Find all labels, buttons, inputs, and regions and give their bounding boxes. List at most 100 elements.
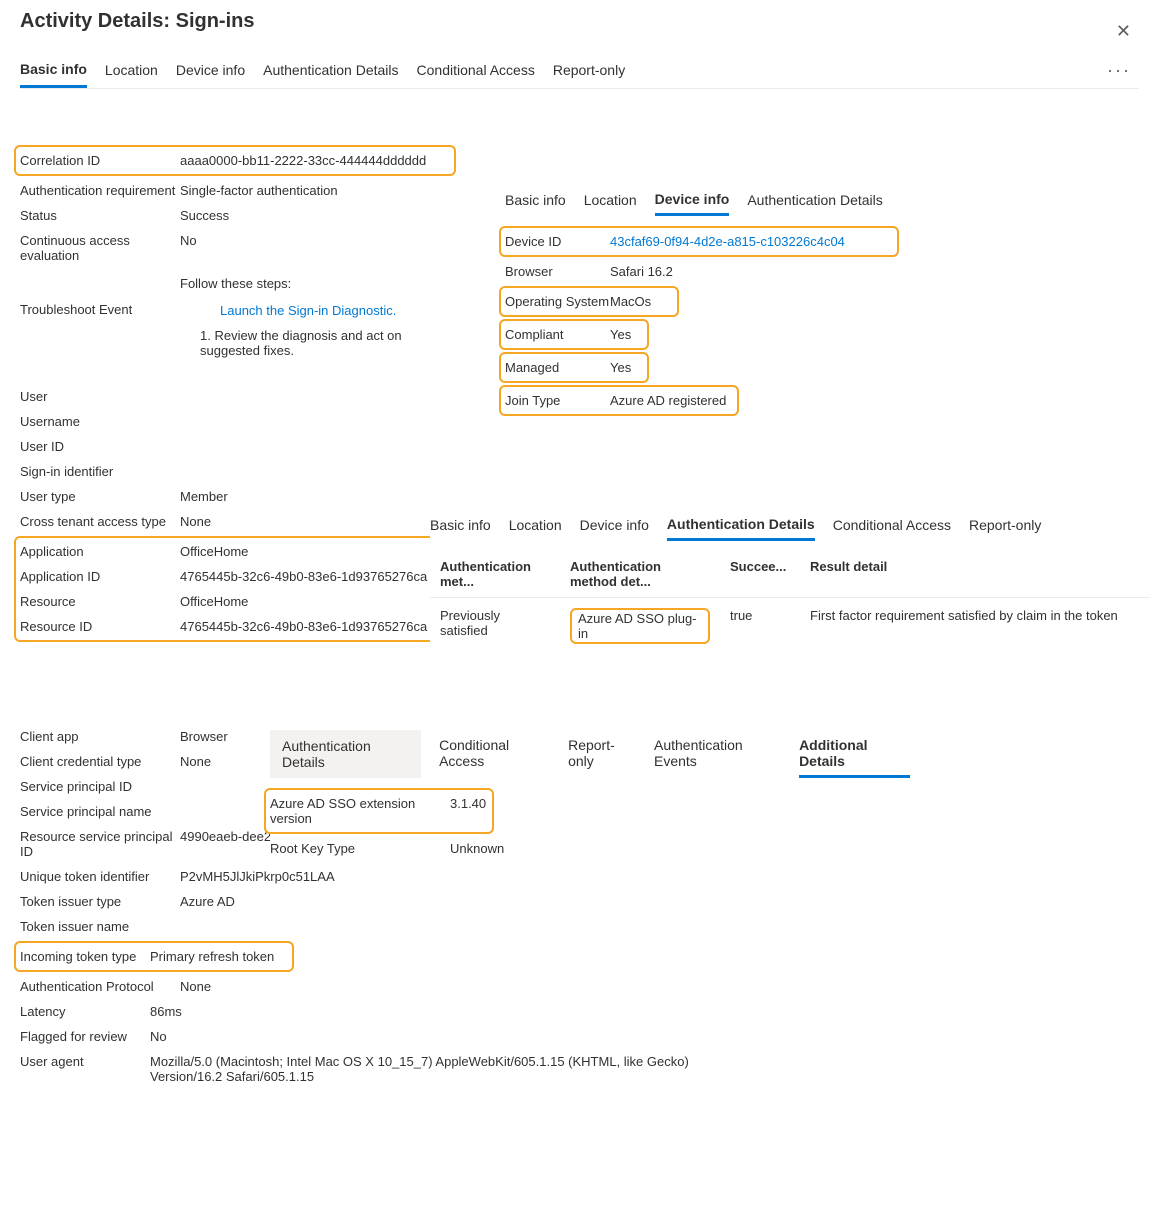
label-os: Operating System bbox=[505, 294, 610, 309]
row-join-type: Join TypeAzure AD registered bbox=[505, 388, 733, 413]
label-client-cred: Client credential type bbox=[20, 754, 180, 769]
cell-auth-method-detail: Azure AD SSO plug-in bbox=[560, 608, 720, 644]
addl-tab-auth-details[interactable]: Authentication Details bbox=[270, 730, 421, 778]
label-spname: Service principal name bbox=[20, 804, 180, 819]
label-user-type: User type bbox=[20, 489, 180, 504]
label-managed: Managed bbox=[505, 360, 610, 375]
row-application: ApplicationOfficeHome bbox=[20, 539, 450, 564]
row-sso-version: Azure AD SSO extension version 3.1.40 bbox=[270, 791, 488, 831]
row-user-id: User ID bbox=[20, 434, 450, 459]
tab-auth-details[interactable]: Authentication Details bbox=[263, 54, 398, 88]
device-tab-basic[interactable]: Basic info bbox=[505, 186, 566, 216]
row-auth-protocol: Authentication ProtocolNone bbox=[20, 974, 450, 999]
value-device-id[interactable]: 43cfaf69-0f94-4d2e-a815-c103226c4c04 bbox=[610, 234, 845, 249]
row-application-id: Application ID4765445b-32c6-49b0-83e6-1d… bbox=[20, 564, 450, 589]
cell-result-detail: First factor requirement satisfied by cl… bbox=[800, 608, 1150, 644]
label-tin: Token issuer name bbox=[20, 919, 180, 934]
row-resource: ResourceOfficeHome bbox=[20, 589, 450, 614]
device-tab-location[interactable]: Location bbox=[584, 186, 637, 216]
launch-diagnostic-link[interactable]: Launch the Sign-in Diagnostic. bbox=[220, 303, 450, 318]
value-user-agent: Mozilla/5.0 (Macintosh; Intel Mac OS X 1… bbox=[150, 1054, 710, 1084]
addl-tab-events[interactable]: Authentication Events bbox=[654, 731, 781, 777]
label-browser: Browser bbox=[505, 264, 610, 279]
value-cross-tenant: None bbox=[180, 514, 211, 529]
device-info-panel: Basic info Location Device info Authenti… bbox=[505, 185, 945, 418]
tab-conditional-access[interactable]: Conditional Access bbox=[417, 54, 535, 88]
addl-tab-additional[interactable]: Additional Details bbox=[799, 731, 910, 778]
label-root-key: Root Key Type bbox=[270, 841, 450, 856]
value-client-app: Browser bbox=[180, 729, 228, 744]
auth-tab-device[interactable]: Device info bbox=[580, 511, 649, 541]
label-tit: Token issuer type bbox=[20, 894, 180, 909]
value-tit: Azure AD bbox=[180, 894, 235, 909]
row-user-agent: User agentMozilla/5.0 (Macintosh; Intel … bbox=[20, 1049, 720, 1089]
label-user-agent: User agent bbox=[20, 1054, 150, 1069]
label-spid: Service principal ID bbox=[20, 779, 180, 794]
troubleshoot-step: 1. Review the diagnosis and act on sugge… bbox=[200, 328, 450, 358]
value-managed: Yes bbox=[610, 360, 631, 375]
label-cross-tenant: Cross tenant access type bbox=[20, 514, 180, 529]
label-correlation-id: Correlation ID bbox=[20, 153, 180, 168]
col-auth-method[interactable]: Authentication met... bbox=[430, 559, 560, 589]
row-user: User bbox=[20, 384, 450, 409]
cell-succeeded: true bbox=[720, 608, 800, 644]
value-uti: P2vMH5JlJkiPkrp0c51LAA bbox=[180, 869, 335, 884]
label-flagged: Flagged for review bbox=[20, 1029, 150, 1044]
close-icon[interactable]: ✕ bbox=[1108, 17, 1139, 46]
row-user-type: User typeMember bbox=[20, 484, 450, 509]
value-root-key: Unknown bbox=[450, 841, 504, 856]
auth-table: Authentication met... Authentication met… bbox=[430, 551, 1150, 654]
label-username: Username bbox=[20, 414, 180, 429]
auth-tab-ca[interactable]: Conditional Access bbox=[833, 511, 951, 541]
row-cross-tenant: Cross tenant access typeNone bbox=[20, 509, 450, 534]
tab-location[interactable]: Location bbox=[105, 54, 158, 88]
row-uti: Unique token identifierP2vMH5JlJkiPkrp0c… bbox=[20, 864, 450, 889]
value-incoming-token: Primary refresh token bbox=[150, 949, 274, 964]
auth-tab-report[interactable]: Report-only bbox=[969, 511, 1041, 541]
addl-tab-ca[interactable]: Conditional Access bbox=[439, 731, 550, 777]
tab-basic-info[interactable]: Basic info bbox=[20, 53, 87, 88]
label-application-id: Application ID bbox=[20, 569, 180, 584]
label-application: Application bbox=[20, 544, 180, 559]
row-latency: Latency86ms bbox=[20, 999, 450, 1024]
troubleshoot-heading: Follow these steps: bbox=[180, 276, 450, 291]
auth-tab-auth-details[interactable]: Authentication Details bbox=[667, 510, 815, 541]
label-troubleshoot: Troubleshoot Event bbox=[20, 274, 180, 317]
label-auth-req: Authentication requirement bbox=[20, 183, 180, 198]
page-title: Activity Details: Sign-ins bbox=[20, 10, 255, 33]
device-tab-auth[interactable]: Authentication Details bbox=[747, 186, 882, 216]
row-tit: Token issuer typeAzure AD bbox=[20, 889, 450, 914]
col-result-detail[interactable]: Result detail bbox=[800, 559, 1150, 589]
tab-device-info[interactable]: Device info bbox=[176, 54, 245, 88]
label-user-id: User ID bbox=[20, 439, 180, 454]
col-succeeded[interactable]: Succee... bbox=[720, 559, 800, 589]
value-client-cred: None bbox=[180, 754, 211, 769]
value-sso-version: 3.1.40 bbox=[450, 796, 486, 811]
value-resource: OfficeHome bbox=[180, 594, 248, 609]
value-correlation-id: aaaa0000-bb11-2222-33cc-444444dddddd bbox=[180, 153, 426, 168]
value-application: OfficeHome bbox=[180, 544, 248, 559]
row-username: Username bbox=[20, 409, 450, 434]
main-tab-strip: Basic info Location Device info Authenti… bbox=[20, 53, 1139, 89]
value-resource-id: 4765445b-32c6-49b0-83e6-1d93765276ca bbox=[180, 619, 427, 634]
auth-tab-basic[interactable]: Basic info bbox=[430, 511, 491, 541]
label-uti: Unique token identifier bbox=[20, 869, 180, 884]
auth-tab-location[interactable]: Location bbox=[509, 511, 562, 541]
device-tab-device-info[interactable]: Device info bbox=[655, 185, 730, 216]
value-user-type: Member bbox=[180, 489, 228, 504]
label-sso-version: Azure AD SSO extension version bbox=[270, 796, 450, 826]
value-flagged: No bbox=[150, 1029, 167, 1044]
tab-report-only[interactable]: Report-only bbox=[553, 54, 625, 88]
addl-tab-report[interactable]: Report-only bbox=[568, 731, 636, 777]
label-client-app: Client app bbox=[20, 729, 180, 744]
cell-auth-method: Previously satisfied bbox=[430, 608, 560, 644]
row-tin: Token issuer name bbox=[20, 914, 450, 939]
value-auth-protocol: None bbox=[180, 979, 211, 994]
col-auth-method-detail[interactable]: Authentication method det... bbox=[560, 559, 720, 589]
label-resource-id: Resource ID bbox=[20, 619, 180, 634]
value-application-id: 4765445b-32c6-49b0-83e6-1d93765276ca bbox=[180, 569, 427, 584]
row-incoming-token: Incoming token type Primary refresh toke… bbox=[20, 944, 288, 969]
value-join-type: Azure AD registered bbox=[610, 393, 726, 408]
row-signin-id: Sign-in identifier bbox=[20, 459, 450, 484]
more-icon[interactable]: ··· bbox=[1099, 60, 1139, 81]
